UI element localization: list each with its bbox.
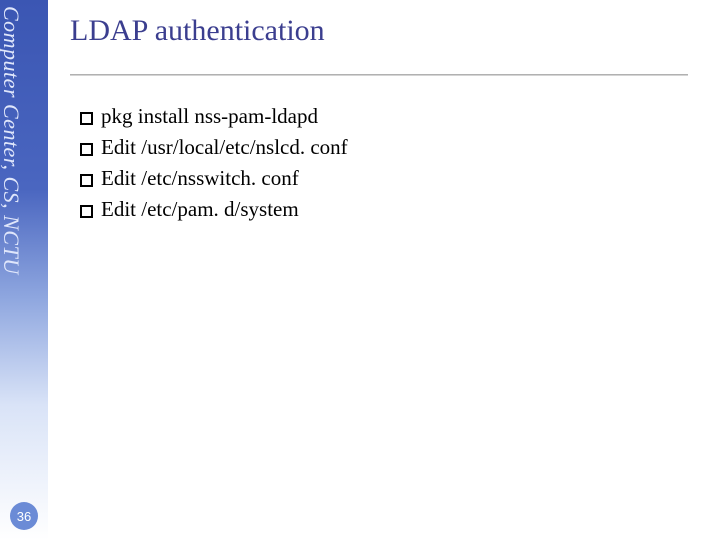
square-bullet-icon <box>80 143 93 156</box>
bullet-list: pkg install nss-pam-ldapd Edit /usr/loca… <box>80 104 700 222</box>
bullet-text: Edit /etc/pam. d/system <box>101 197 299 222</box>
bullet-text: Edit /usr/local/etc/nslcd. conf <box>101 135 348 160</box>
slide-title: LDAP authentication <box>70 14 700 48</box>
slide-content: LDAP authentication pkg install nss-pam-… <box>70 14 700 228</box>
bullet-text: Edit /etc/nsswitch. conf <box>101 166 299 191</box>
square-bullet-icon <box>80 205 93 218</box>
list-item: Edit /etc/pam. d/system <box>80 197 700 222</box>
list-item: Edit /etc/nsswitch. conf <box>80 166 700 191</box>
page-number-badge: 36 <box>10 502 38 530</box>
list-item: pkg install nss-pam-ldapd <box>80 104 700 129</box>
org-text: Computer Center, CS, NCTU <box>0 6 24 275</box>
sidebar: Computer Center, CS, NCTU <box>0 0 48 540</box>
square-bullet-icon <box>80 174 93 187</box>
bullet-text: pkg install nss-pam-ldapd <box>101 104 318 129</box>
page-number: 36 <box>17 509 31 524</box>
title-underline <box>70 74 688 76</box>
list-item: Edit /usr/local/etc/nslcd. conf <box>80 135 700 160</box>
square-bullet-icon <box>80 112 93 125</box>
